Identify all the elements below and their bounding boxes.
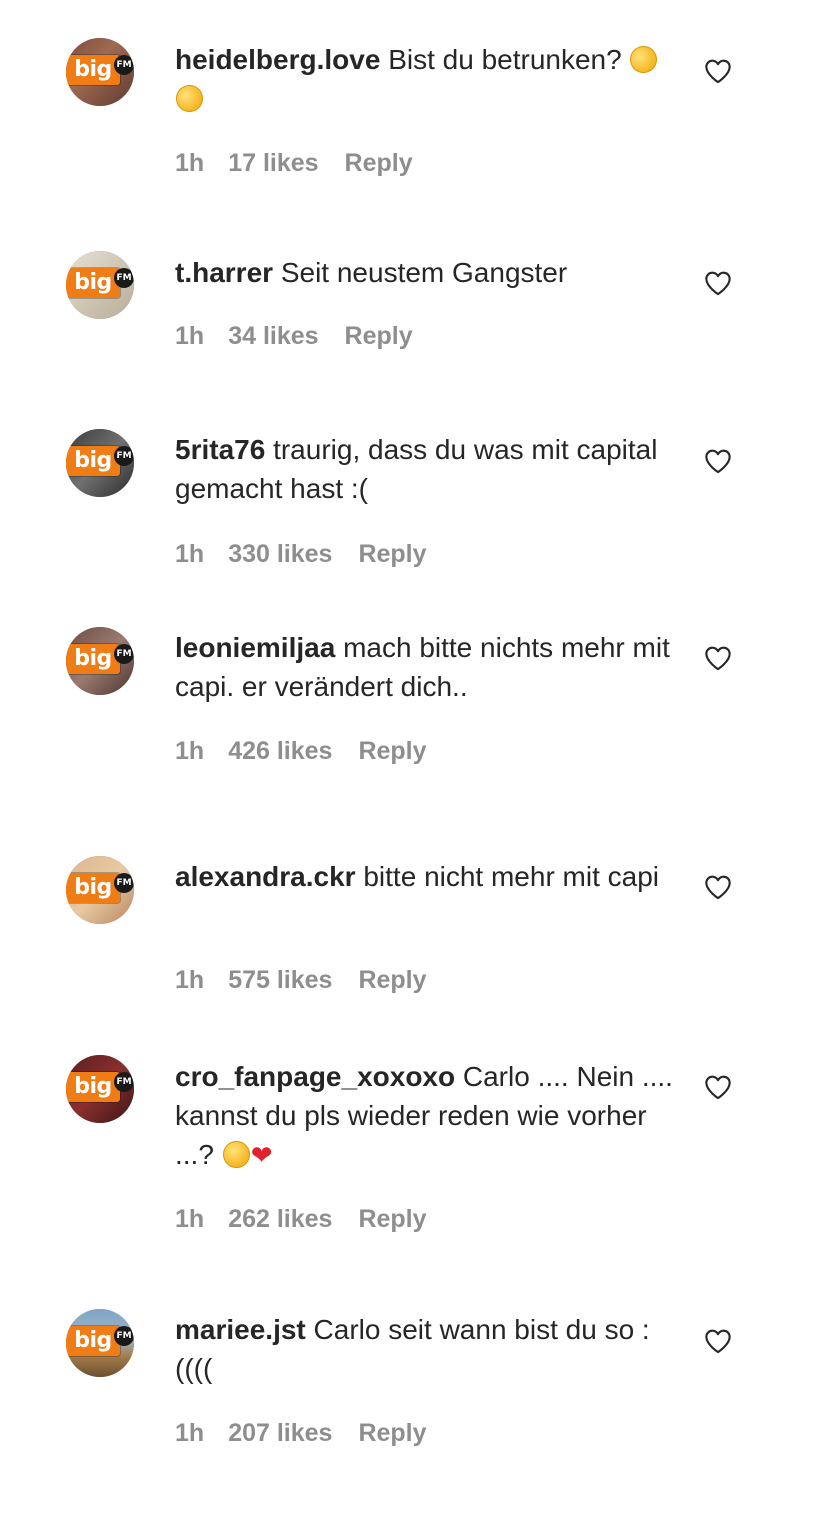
- comment-likes[interactable]: 17 likes: [228, 148, 318, 178]
- comment-text: t.harrer Seit neustem Gangster: [175, 253, 675, 292]
- comment-likes[interactable]: 426 likes: [228, 736, 332, 766]
- rofl-emoji: [172, 81, 207, 116]
- comment-likes[interactable]: 34 likes: [228, 321, 318, 351]
- comment-time[interactable]: 1h: [175, 321, 204, 351]
- avatar[interactable]: big FM: [66, 1055, 134, 1123]
- comment-likes[interactable]: 262 likes: [228, 1204, 332, 1234]
- avatar[interactable]: big FM: [66, 429, 134, 497]
- avatar[interactable]: big FM: [66, 1309, 134, 1377]
- comment-text: leoniemiljaa mach bitte nichts mehr mit …: [175, 628, 675, 706]
- heart-icon[interactable]: [704, 270, 732, 296]
- heart-icon[interactable]: [704, 1074, 732, 1100]
- comment-meta: 1h 575 likes Reply: [175, 965, 427, 995]
- avatar-badge: big: [66, 268, 120, 298]
- red-heart-emoji: ❤: [250, 1140, 273, 1170]
- comment-username[interactable]: cro_fanpage_xoxoxo: [175, 1061, 455, 1092]
- comment-meta: 1h 17 likes Reply: [175, 148, 413, 178]
- avatar-fm-badge: FM: [114, 1072, 134, 1092]
- reply-button[interactable]: Reply: [358, 1204, 426, 1234]
- reply-button[interactable]: Reply: [358, 736, 426, 766]
- avatar[interactable]: big FM: [66, 38, 134, 106]
- avatar-fm-badge: FM: [114, 55, 134, 75]
- comment-username[interactable]: leoniemiljaa: [175, 632, 335, 663]
- comment-likes[interactable]: 575 likes: [228, 965, 332, 995]
- heart-icon[interactable]: [704, 58, 732, 84]
- avatar-fm-badge: FM: [114, 446, 134, 466]
- comment-meta: 1h 426 likes Reply: [175, 736, 427, 766]
- avatar-fm-badge: FM: [114, 1326, 134, 1346]
- heart-icon[interactable]: [704, 645, 732, 671]
- reply-button[interactable]: Reply: [358, 965, 426, 995]
- comment-time[interactable]: 1h: [175, 1204, 204, 1234]
- reply-button[interactable]: Reply: [358, 1418, 426, 1448]
- comment-username[interactable]: heidelberg.love: [175, 44, 380, 75]
- avatar-fm-badge: FM: [114, 873, 134, 893]
- avatar[interactable]: big FM: [66, 251, 134, 319]
- comment-text: mariee.jst Carlo seit wann bist du so :(…: [175, 1310, 675, 1388]
- comment-meta: 1h 34 likes Reply: [175, 321, 413, 351]
- comment-text: heidelberg.love Bist du betrunken?: [172, 40, 675, 118]
- rofl-emoji: [626, 42, 662, 77]
- heart-icon[interactable]: [704, 448, 732, 474]
- comment-username[interactable]: t.harrer: [175, 257, 273, 288]
- comment-text: cro_fanpage_xoxoxo Carlo .... Nein .... …: [175, 1057, 675, 1174]
- comment-username[interactable]: 5rita76: [175, 434, 265, 465]
- comment-time[interactable]: 1h: [175, 736, 204, 766]
- avatar[interactable]: big FM: [66, 856, 134, 924]
- avatar-badge: big: [66, 1072, 120, 1102]
- avatar-badge: big: [66, 55, 120, 85]
- comment-body: bitte nicht mehr mit capi: [363, 861, 660, 892]
- avatar-badge: big: [66, 644, 120, 674]
- comment-time[interactable]: 1h: [175, 965, 204, 995]
- comment-time[interactable]: 1h: [175, 1418, 204, 1448]
- comment-meta: 1h 330 likes Reply: [175, 539, 427, 569]
- reply-button[interactable]: Reply: [345, 321, 413, 351]
- avatar-badge: big: [66, 446, 120, 476]
- comment-likes[interactable]: 207 likes: [228, 1418, 332, 1448]
- reply-button[interactable]: Reply: [358, 539, 426, 569]
- heart-icon[interactable]: [704, 874, 732, 900]
- reply-button[interactable]: Reply: [345, 148, 413, 178]
- avatar-fm-badge: FM: [114, 268, 134, 288]
- comment-body: Bist du betrunken?: [388, 44, 622, 75]
- comment-body: Seit neustem Gangster: [280, 257, 568, 288]
- heart-icon[interactable]: [704, 1328, 732, 1354]
- comment-time[interactable]: 1h: [175, 539, 204, 569]
- comment-username[interactable]: mariee.jst: [175, 1314, 306, 1345]
- avatar[interactable]: big FM: [66, 627, 134, 695]
- comment-text: alexandra.ckr bitte nicht mehr mit capi: [175, 857, 675, 896]
- comment-time[interactable]: 1h: [175, 148, 204, 178]
- comment-username[interactable]: alexandra.ckr: [175, 861, 356, 892]
- comment-meta: 1h 207 likes Reply: [175, 1418, 427, 1448]
- joy-emoji: [222, 1141, 250, 1168]
- avatar-badge: big: [66, 873, 120, 903]
- avatar-fm-badge: FM: [114, 644, 134, 664]
- avatar-badge: big: [66, 1326, 120, 1356]
- comment-text: 5rita76 traurig, dass du was mit capital…: [175, 430, 675, 508]
- comment-likes[interactable]: 330 likes: [228, 539, 332, 569]
- comment-meta: 1h 262 likes Reply: [175, 1204, 427, 1234]
